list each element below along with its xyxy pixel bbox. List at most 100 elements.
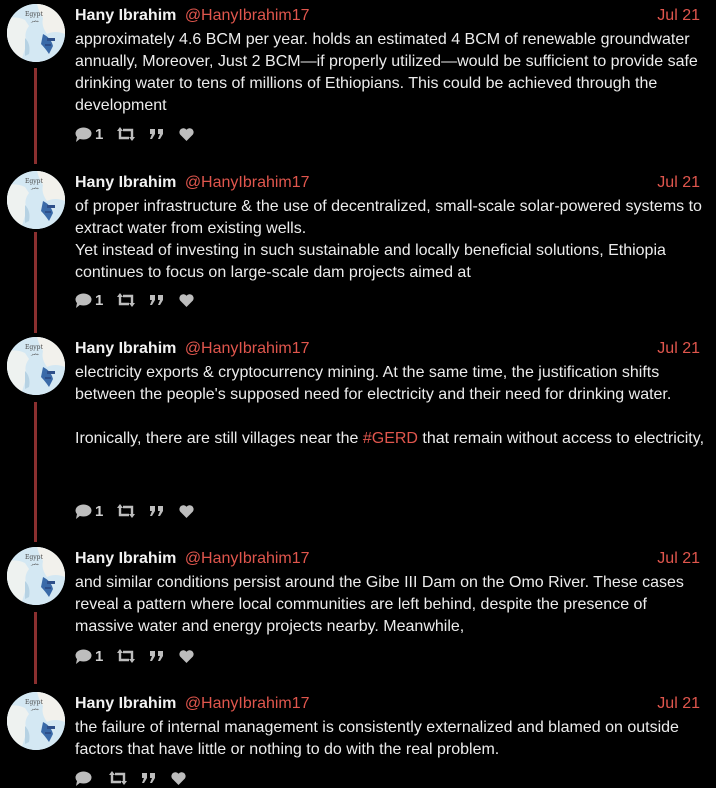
tweet-paragraph: Ironically, there are still villages nea… xyxy=(75,428,705,450)
tweet-paragraph: of proper infrastructure & the use of de… xyxy=(75,198,702,237)
like-button[interactable] xyxy=(179,127,194,141)
reply-count: 1 xyxy=(95,502,104,520)
reply-icon xyxy=(75,127,92,142)
retweet-icon xyxy=(117,127,136,141)
reply-count: 1 xyxy=(95,647,104,665)
author-name[interactable]: Hany Ibrahim xyxy=(75,550,176,567)
author-handle[interactable]: @HanyIbrahim17 xyxy=(185,550,310,567)
reply-icon xyxy=(75,771,92,786)
retweet-icon xyxy=(109,771,127,785)
tweet-actions: 1 xyxy=(75,501,208,521)
reply-icon xyxy=(75,504,92,519)
like-button[interactable] xyxy=(179,504,194,518)
tweet-text: of proper infrastructure & the use of de… xyxy=(75,196,705,284)
avatar[interactable] xyxy=(7,4,65,62)
tweet-date[interactable]: Jul 21 xyxy=(657,338,700,360)
tweet[interactable]: Hany Ibrahim @HanyIbrahim17 Jul 21 of pr… xyxy=(0,171,716,321)
quote-icon xyxy=(150,506,164,516)
retweet-icon xyxy=(117,293,136,307)
map-avatar-image xyxy=(7,547,65,605)
quote-button[interactable] xyxy=(149,128,165,140)
author-name[interactable]: Hany Ibrahim xyxy=(75,7,176,24)
tweet-header: Hany Ibrahim @HanyIbrahim17 Jul 21 xyxy=(75,172,700,194)
tweet-paragraph: approximately 4.6 BCM per year. holds an… xyxy=(75,31,698,114)
retweet-icon xyxy=(117,649,136,663)
map-avatar-image xyxy=(7,171,65,229)
quote-button[interactable] xyxy=(149,294,165,306)
map-avatar-image xyxy=(7,692,65,750)
tweet[interactable]: Hany Ibrahim @HanyIbrahim17 Jul 21 and s… xyxy=(0,547,716,677)
tweet[interactable]: Hany Ibrahim @HanyIbrahim17 Jul 21 appro… xyxy=(0,4,716,154)
like-button[interactable] xyxy=(179,293,194,307)
tweet-header: Hany Ibrahim @HanyIbrahim17 Jul 21 xyxy=(75,5,700,27)
quote-icon xyxy=(150,651,164,661)
heart-icon xyxy=(179,649,194,663)
avatar[interactable] xyxy=(7,692,65,750)
tweet-date[interactable]: Jul 21 xyxy=(657,693,700,715)
quote-icon xyxy=(150,295,164,305)
reply-icon xyxy=(75,293,92,308)
tweet-text-segment: Ironically, there are still villages nea… xyxy=(75,430,363,447)
tweet-actions: 1 xyxy=(75,124,208,144)
map-avatar-image xyxy=(7,337,65,395)
tweet-text: approximately 4.6 BCM per year. holds an… xyxy=(75,29,705,117)
quote-button[interactable] xyxy=(149,505,165,517)
tweet-date[interactable]: Jul 21 xyxy=(657,5,700,27)
tweet-actions: 1 xyxy=(75,290,208,310)
tweet-header: Hany Ibrahim @HanyIbrahim17 Jul 21 xyxy=(75,548,700,570)
thread: Hany Ibrahim @HanyIbrahim17 Jul 21 appro… xyxy=(0,0,716,787)
quote-button[interactable] xyxy=(141,772,157,784)
heart-icon xyxy=(179,127,194,141)
author-handle[interactable]: @HanyIbrahim17 xyxy=(185,174,310,191)
tweet-header: Hany Ibrahim @HanyIbrahim17 Jul 21 xyxy=(75,338,700,360)
tweet-actions xyxy=(75,768,200,788)
tweet-paragraph: electricity exports & cryptocurrency min… xyxy=(75,364,672,403)
author-name[interactable]: Hany Ibrahim xyxy=(75,174,176,191)
tweet-actions: 1 xyxy=(75,646,208,666)
author-handle[interactable]: @HanyIbrahim17 xyxy=(185,7,310,24)
tweet-date[interactable]: Jul 21 xyxy=(657,172,700,194)
retweet-button[interactable] xyxy=(117,127,136,141)
like-button[interactable] xyxy=(171,771,186,785)
tweet[interactable]: Hany Ibrahim @HanyIbrahim17 Jul 21 elect… xyxy=(0,337,716,532)
retweet-icon xyxy=(117,504,136,518)
reply-button[interactable]: 1 xyxy=(75,292,103,309)
map-avatar-image xyxy=(7,4,65,62)
reply-count: 1 xyxy=(95,291,104,309)
reply-button[interactable]: 1 xyxy=(75,503,103,520)
hashtag-link[interactable]: #GERD xyxy=(363,430,418,447)
tweet-header: Hany Ibrahim @HanyIbrahim17 Jul 21 xyxy=(75,693,700,715)
tweet-paragraph: the failure of internal management is co… xyxy=(75,719,679,758)
tweet-text: and similar conditions persist around th… xyxy=(75,572,705,638)
retweet-button[interactable] xyxy=(117,293,136,307)
author-name[interactable]: Hany Ibrahim xyxy=(75,695,176,712)
tweet[interactable]: Hany Ibrahim @HanyIbrahim17 Jul 21 the f… xyxy=(0,692,716,787)
retweet-button[interactable] xyxy=(117,649,136,663)
reply-button[interactable]: 1 xyxy=(75,648,103,665)
reply-count: 1 xyxy=(95,125,104,143)
author-name[interactable]: Hany Ibrahim xyxy=(75,340,176,357)
tweet-date[interactable]: Jul 21 xyxy=(657,548,700,570)
quote-icon xyxy=(150,129,164,139)
tweet-paragraph: and similar conditions persist around th… xyxy=(75,574,684,635)
tweet-text: electricity exports & cryptocurrency min… xyxy=(75,362,705,450)
heart-icon xyxy=(179,293,194,307)
avatar[interactable] xyxy=(7,171,65,229)
reply-button[interactable] xyxy=(75,771,95,786)
like-button[interactable] xyxy=(179,649,194,663)
tweet-text-segment: that remain without access to electricit… xyxy=(417,430,705,447)
author-handle[interactable]: @HanyIbrahim17 xyxy=(185,340,310,357)
retweet-button[interactable] xyxy=(117,504,136,518)
tweet-paragraph: Yet instead of investing in such sustain… xyxy=(75,242,666,281)
reply-icon xyxy=(75,649,92,664)
tweet-text: the failure of internal management is co… xyxy=(75,717,705,761)
avatar[interactable] xyxy=(7,337,65,395)
reply-button[interactable]: 1 xyxy=(75,126,103,143)
retweet-button[interactable] xyxy=(109,771,127,785)
heart-icon xyxy=(179,504,194,518)
avatar[interactable] xyxy=(7,547,65,605)
author-handle[interactable]: @HanyIbrahim17 xyxy=(185,695,310,712)
heart-icon xyxy=(171,771,186,785)
quote-icon xyxy=(142,773,155,783)
quote-button[interactable] xyxy=(149,650,165,662)
